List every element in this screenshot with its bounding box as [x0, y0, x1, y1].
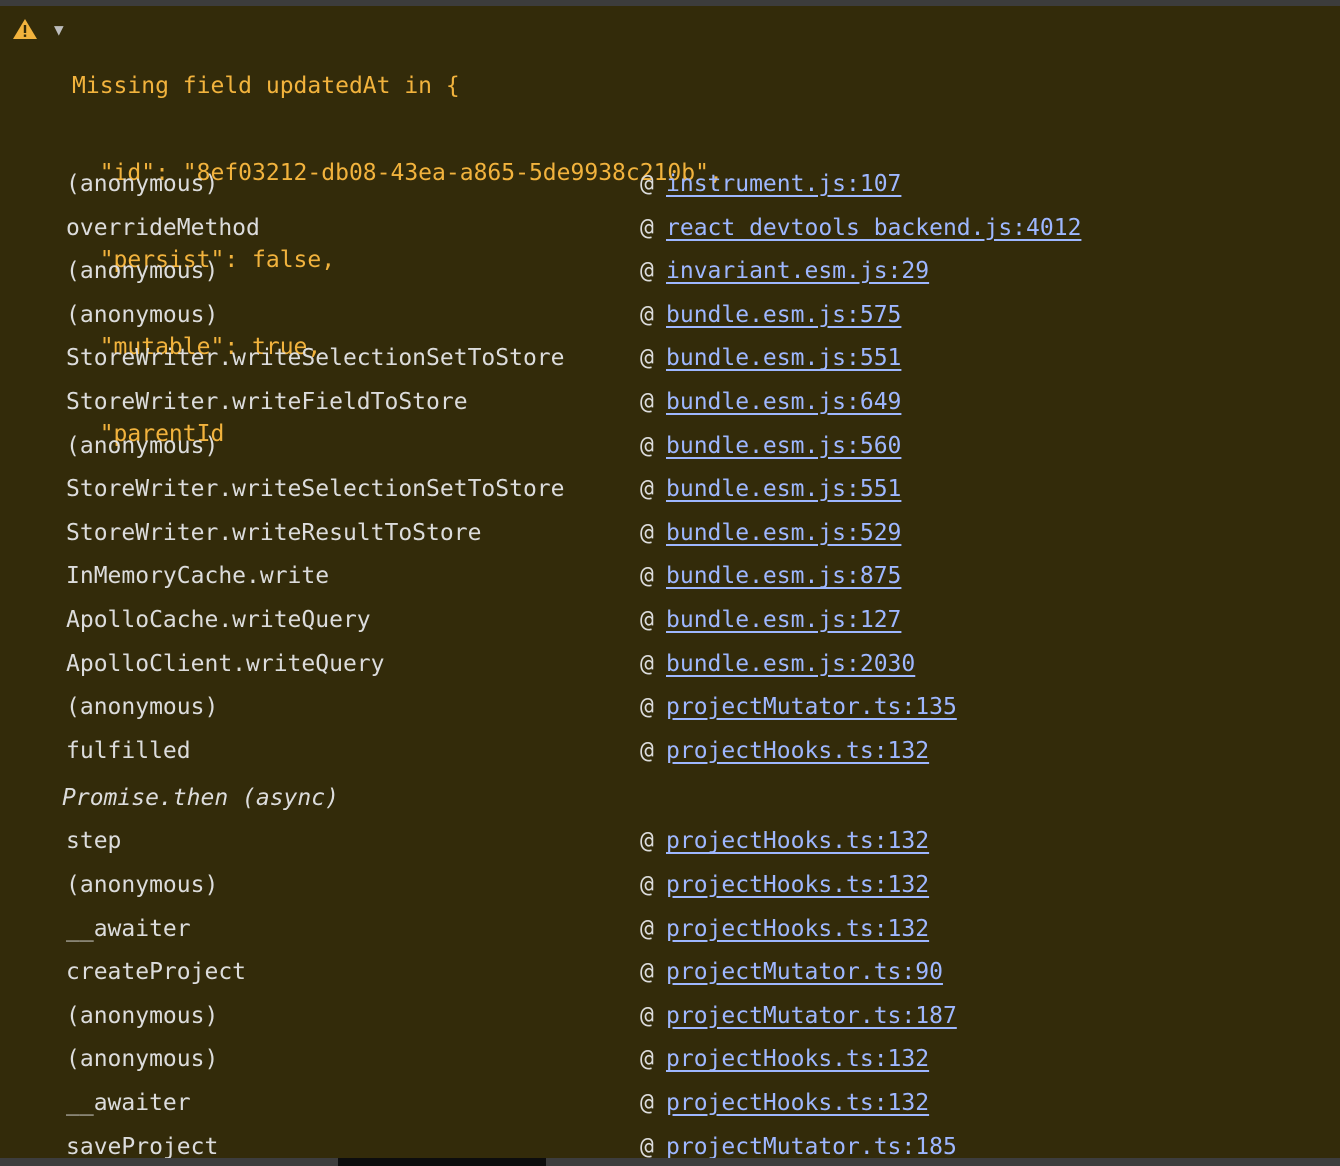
stack-frame-at: @: [640, 650, 654, 677]
stack-frame-function: (anonymous): [66, 872, 219, 898]
source-location-link[interactable]: projectMutator.ts:187: [666, 994, 957, 1038]
stack-frame-function: StoreWriter.writeSelectionSetToStore: [66, 345, 565, 372]
source-location-link[interactable]: projectHooks.ts:132: [666, 1037, 929, 1081]
stack-frame-function: __awaiter: [66, 1090, 191, 1116]
stack-frame-row: (anonymous) @ bundle.esm.js:575: [0, 293, 1340, 337]
stack-frame-function: (anonymous): [66, 432, 219, 459]
stack-frame-row: fulfilled @ projectHooks.ts:132: [0, 729, 1340, 773]
stack-frame-function: ApolloClient.writeQuery: [66, 650, 385, 677]
stack-frame-at: @: [640, 345, 654, 372]
stack-frame-at: @: [640, 1090, 654, 1116]
stack-frame-function: (anonymous): [66, 1046, 219, 1073]
stack-frame-function: ApolloCache.writeQuery: [66, 607, 371, 633]
stack-frame-at: @: [640, 258, 654, 285]
source-location-link[interactable]: bundle.esm.js:649: [666, 380, 901, 424]
async-boundary-label: Promise.then (async): [62, 785, 339, 812]
stack-frame-function: (anonymous): [66, 1002, 219, 1029]
window-top-edge: [0, 0, 1340, 6]
stack-frame-row: (anonymous) @ projectHooks.ts:132: [0, 863, 1340, 907]
horizontal-scrollbar-track[interactable]: [0, 1158, 1340, 1166]
source-location-link[interactable]: bundle.esm.js:2030: [666, 642, 915, 686]
source-location-link[interactable]: bundle.esm.js:575: [666, 293, 901, 337]
stack-frame-row: StoreWriter.writeFieldToStore @ bundle.esm…: [0, 380, 1340, 424]
source-location-link[interactable]: bundle.esm.js:560: [666, 424, 901, 468]
stack-frame-row: (anonymous) @ projectMutator.ts:187: [0, 994, 1340, 1038]
source-location-link[interactable]: projectMutator.ts:135: [666, 685, 957, 729]
stack-frame-row: InMemoryCache.write @ bundle.esm.js:875: [0, 554, 1340, 598]
stack-frame-row: __awaiter @ projectHooks.ts:132: [0, 907, 1340, 951]
stack-frame-row: StoreWriter.writeResultToStore @ bundle.es…: [0, 511, 1340, 555]
stack-frame-function: step: [66, 828, 122, 855]
source-location-link[interactable]: invariant.esm.js:29: [666, 249, 929, 293]
stack-frame-function: fulfilled: [66, 737, 191, 764]
stack-frame-row: ApolloCache.writeQuery @ bundle.esm.js:127: [0, 598, 1340, 642]
stack-frame-function: __awaiter: [66, 915, 191, 942]
stack-frame-at: @: [640, 476, 654, 503]
warning-line: Missing field updatedAt in {: [72, 73, 460, 99]
stack-frame-row: ApolloClient.writeQuery @ bundle.esm.js:20…: [0, 642, 1340, 686]
stack-frame-row: (anonymous) @ projectHooks.ts:132: [0, 1037, 1340, 1081]
stack-frame-at: @: [640, 1046, 654, 1073]
stack-frame-at: @: [640, 694, 654, 721]
stack-frame-row: (anonymous) @ bundle.esm.js:560: [0, 424, 1340, 468]
stack-frame-row: StoreWriter.writeSelectionSetToStore @ bun…: [0, 467, 1340, 511]
stack-frame-at: @: [640, 301, 654, 328]
stack-frame-row: StoreWriter.writeSelectionSetToStore @ bun…: [0, 336, 1340, 380]
stack-frame-at: @: [640, 828, 654, 855]
source-location-link[interactable]: bundle.esm.js:551: [666, 467, 901, 511]
stack-frame-function: (anonymous): [66, 694, 219, 721]
expand-triangle-icon[interactable]: ▼: [54, 16, 64, 44]
source-location-link[interactable]: instrument.js:107: [666, 162, 901, 206]
stack-frame-row: (anonymous) @ invariant.esm.js:29: [0, 249, 1340, 293]
stack-frame-function: createProject: [66, 959, 247, 986]
stack-frame-function: (anonymous): [66, 171, 219, 197]
stack-frame-at: @: [640, 389, 654, 415]
source-location-link[interactable]: bundle.esm.js:551: [666, 336, 901, 380]
stack-frame-function: (anonymous): [66, 258, 219, 285]
stack-frame-function: StoreWriter.writeResultToStore: [66, 519, 482, 546]
stack-frame-row: (anonymous) @ instrument.js:107: [0, 162, 1340, 206]
stack-frame-row: __awaiter @ projectHooks.ts:132: [0, 1081, 1340, 1125]
stack-frame-function: (anonymous): [66, 301, 219, 328]
stack-frame-row: overrideMethod @ react_devtools_backend.js…: [0, 206, 1340, 250]
stack-frame-function: StoreWriter.writeSelectionSetToStore: [66, 476, 565, 503]
stack-frame-at: @: [640, 519, 654, 546]
stack-frame-at: @: [640, 959, 654, 986]
stack-frame-at: @: [640, 915, 654, 942]
source-location-link[interactable]: projectHooks.ts:132: [666, 863, 929, 907]
stack-frame-row: (anonymous) @ projectMutator.ts:135: [0, 685, 1340, 729]
source-location-link[interactable]: bundle.esm.js:127: [666, 598, 901, 642]
stack-frame-at: @: [640, 872, 654, 898]
stack-frame-function: InMemoryCache.write: [66, 563, 330, 590]
stack-frame-at: @: [640, 737, 654, 764]
stack-frame-at: @: [640, 563, 654, 590]
source-location-link[interactable]: projectHooks.ts:132: [666, 819, 929, 863]
source-location-link[interactable]: bundle.esm.js:875: [666, 554, 901, 598]
source-location-link[interactable]: projectHooks.ts:132: [666, 907, 929, 951]
source-location-link[interactable]: projectHooks.ts:132: [666, 1081, 929, 1125]
source-location-link[interactable]: react_devtools_backend.js:4012: [666, 206, 1081, 250]
source-location-link[interactable]: bundle.esm.js:529: [666, 511, 901, 555]
stack-frame-at: @: [640, 171, 654, 197]
horizontal-scrollbar-thumb[interactable]: [338, 1158, 546, 1166]
stack-frame-at: @: [640, 1002, 654, 1029]
warning-triangle-icon: [13, 19, 37, 39]
stack-frame-row: createProject @ projectMutator.ts:90: [0, 950, 1340, 994]
stack-frame-at: @: [640, 607, 654, 633]
stack-frame-function: overrideMethod: [66, 214, 260, 241]
stack-frame-at: @: [640, 214, 654, 241]
source-location-link[interactable]: projectMutator.ts:90: [666, 950, 943, 994]
stack-frame-at: @: [640, 432, 654, 459]
source-location-link[interactable]: projectHooks.ts:132: [666, 729, 929, 773]
stack-frame-function: StoreWriter.writeFieldToStore: [66, 389, 468, 415]
stack-frame-row: step @ projectHooks.ts:132: [0, 819, 1340, 863]
async-boundary-row: Promise.then (async): [0, 776, 1340, 820]
